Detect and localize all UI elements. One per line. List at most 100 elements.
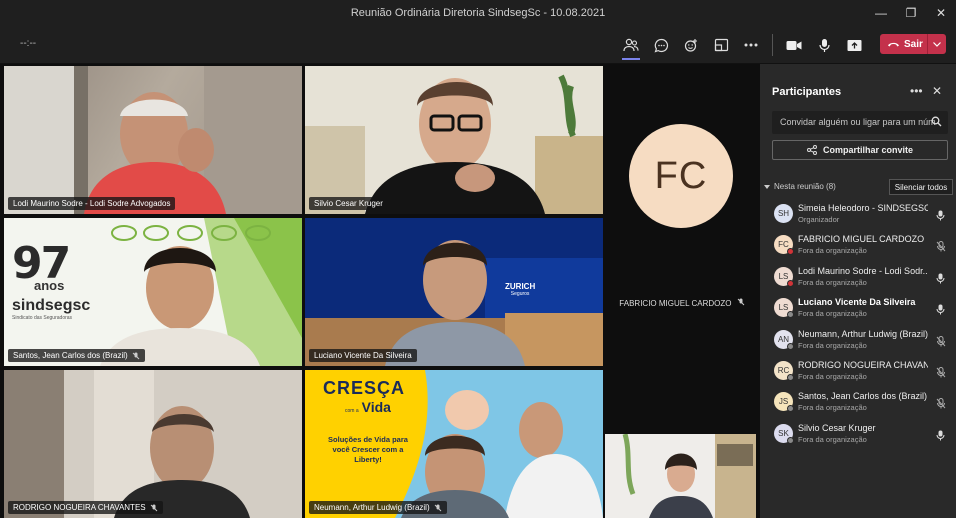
participant-row[interactable]: FC FABRICIO MIGUEL CARDOZO Fora da organiz…	[760, 231, 956, 262]
participant-row[interactable]: SK Silvio Cesar Kruger Fora da organização	[760, 420, 956, 451]
participant-row[interactable]: AN Neumann, Arthur Ludwig (Brazil) Fora da…	[760, 326, 956, 357]
more-icon	[744, 43, 758, 47]
tile-name-label: RODRIGO NOGUEIRA CHAVANTES	[8, 501, 163, 514]
participant-role: Fora da organização	[798, 371, 867, 381]
chevron-down-icon	[933, 41, 941, 47]
participant-name: Simeia Heleodoro - SINDSEGSC	[798, 203, 928, 213]
presence-indicator	[787, 311, 794, 319]
participant-mic[interactable]	[936, 271, 945, 289]
participant-role: Fora da organização	[798, 309, 867, 319]
presence-indicator	[787, 279, 794, 287]
video-tile-rodrigo[interactable]: RODRIGO NOGUEIRA CHAVANTES	[4, 370, 302, 518]
microphone-button[interactable]	[809, 32, 839, 58]
panel-more-icon[interactable]: •••	[910, 84, 923, 98]
participant-role: Fora da organização	[798, 434, 867, 444]
participant-row[interactable]: LS Luciano Vicente Da Silveira Fora da org…	[760, 294, 956, 325]
muted-mic-icon	[737, 298, 745, 306]
presence-indicator	[787, 436, 794, 444]
participant-row[interactable]: LS Lodi Maurino Sodre - Lodi Sodr... Fora …	[760, 263, 956, 294]
microphone-icon	[936, 273, 945, 284]
hangup-icon	[888, 42, 899, 47]
breakout-rooms-icon	[714, 38, 728, 52]
participants-button[interactable]	[616, 32, 646, 60]
maximize-icon[interactable]: ❐	[896, 0, 926, 26]
self-video	[605, 434, 756, 518]
participant-avatar: AN	[774, 329, 794, 350]
sindseg-tagline: Sindicato das Seguradoras	[12, 315, 73, 321]
participant-mic[interactable]	[936, 396, 946, 414]
window-controls: — ❐ ✕	[866, 0, 956, 26]
participant-row[interactable]: SH Simeia Heleodoro - SINDSEGSC Organizado…	[760, 200, 956, 231]
muted-mic-icon	[936, 366, 946, 378]
participant-name: Lodi Maurino Sodre - Lodi Sodr...	[798, 265, 928, 276]
chevron-down-icon	[764, 184, 770, 189]
tile-name-label: Silvio Cesar Kruger	[309, 197, 388, 210]
invite-search-input[interactable]: Convidar alguém ou ligar para um núm	[772, 111, 948, 134]
self-view[interactable]	[605, 434, 756, 518]
avatar-fabricio[interactable]: FC	[629, 124, 733, 228]
participant-video-luciano	[305, 218, 603, 366]
muted-mic-icon	[936, 398, 946, 409]
participant-avatar: LS	[774, 266, 794, 287]
participant-mic[interactable]	[936, 334, 946, 352]
promo-title: CRESÇA	[323, 378, 406, 398]
video-tile-silvio[interactable]: Silvio Cesar Kruger	[305, 66, 603, 214]
muted-mic-icon	[936, 335, 946, 347]
participant-name: Neumann, Arthur Ludwig (Brazil)	[798, 328, 928, 339]
chat-button[interactable]	[646, 32, 676, 58]
panel-title: Participantes	[772, 86, 842, 98]
participant-avatar: SK	[774, 423, 794, 444]
leave-options[interactable]	[928, 41, 946, 47]
participant-avatar: LS	[774, 298, 794, 319]
muted-mic-icon	[150, 504, 157, 511]
close-window-icon[interactable]: ✕	[926, 0, 956, 26]
participant-mic[interactable]	[936, 365, 946, 383]
zurich-logo: ZURICH	[505, 282, 536, 291]
participant-mic[interactable]	[936, 302, 945, 320]
microphone-icon	[936, 304, 945, 315]
reactions-icon	[684, 38, 697, 52]
tile-name-label: Neumann, Arthur Ludwig (Brazil)	[309, 501, 447, 514]
participant-video-silvio	[305, 66, 603, 214]
camera-button[interactable]	[779, 32, 809, 58]
participant-mic[interactable]	[936, 208, 945, 226]
microphone-icon	[818, 38, 830, 52]
video-tile-luciano[interactable]: ZURICH Seguros Luciano Vicente Da Silvei…	[305, 218, 603, 366]
participant-mic[interactable]	[936, 428, 945, 446]
share-invite-button[interactable]: Compartilhar convite	[772, 140, 948, 160]
video-tile-lodi[interactable]: Lodi Maurino Sodre - Lodi Sodre Advogado…	[4, 66, 302, 214]
zurich-sign: ZURICH Seguros	[505, 282, 535, 297]
participant-role: Fora da organização	[798, 340, 867, 350]
participant-role: Organizador	[798, 215, 840, 224]
leave-main[interactable]: Sair	[880, 34, 928, 54]
mute-all-button[interactable]: Silenciar todos	[889, 179, 953, 195]
participant-role: Fora da organização	[798, 277, 867, 287]
participant-name: RODRIGO NOGUEIRA CHAVANT...	[798, 359, 928, 370]
presence-indicator	[787, 373, 794, 381]
leave-button[interactable]: Sair	[880, 34, 946, 54]
video-tile-santos[interactable]: 97 anos sindsegsc Sindicato das Segurado…	[4, 218, 302, 366]
in-meeting-section[interactable]: Nesta reunião (8)	[764, 182, 836, 191]
participant-row[interactable]: RC RODRIGO NOGUEIRA CHAVANT... Fora da org…	[760, 357, 956, 388]
minimize-icon[interactable]: —	[866, 0, 896, 26]
reactions-button[interactable]	[676, 32, 706, 58]
share-screen-button[interactable]	[839, 32, 869, 58]
tile-name-fabricio: FABRICIO MIGUEL CARDOZO	[604, 298, 760, 308]
participant-video-lodi	[4, 66, 302, 214]
participant-name: Santos, Jean Carlos dos (Brazil)	[798, 391, 928, 402]
video-stage: Lodi Maurino Sodre - Lodi Sodre Advogado…	[0, 64, 760, 518]
rooms-button[interactable]	[706, 32, 736, 58]
toolbar-divider	[772, 34, 773, 56]
participant-mic[interactable]	[936, 239, 946, 257]
participant-avatar: FC	[774, 235, 794, 256]
participant-row[interactable]: JS Santos, Jean Carlos dos (Brazil) Fora d…	[760, 388, 956, 419]
share-screen-icon	[847, 39, 861, 51]
panel-close-icon[interactable]: ✕	[932, 84, 942, 98]
participant-name: FABRICIO MIGUEL CARDOZO	[798, 234, 925, 245]
participant-role: Fora da organização	[798, 246, 867, 256]
participant-name: Silvio Cesar Kruger	[798, 422, 876, 433]
participant-list: SH Simeia Heleodoro - SINDSEGSC Organizado…	[760, 200, 956, 451]
video-tile-neumann[interactable]: CRESÇA com a Vida Soluções de Vida para …	[305, 370, 603, 518]
meeting-timer: --:--	[20, 38, 37, 49]
more-actions-button[interactable]	[736, 32, 766, 58]
